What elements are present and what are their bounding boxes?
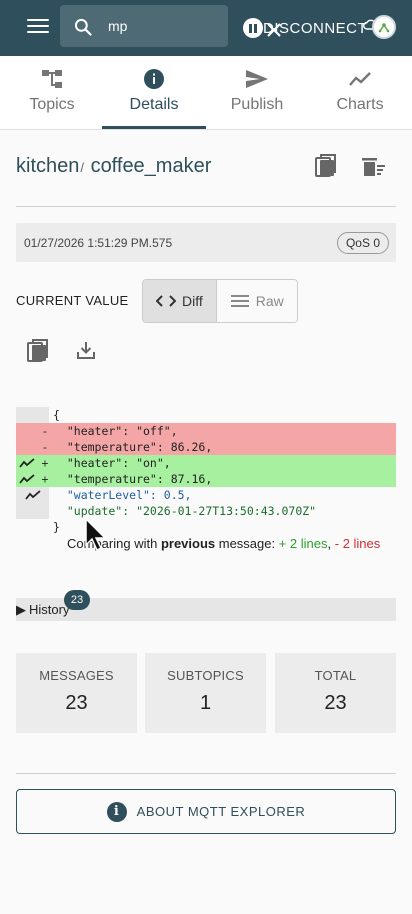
topic-parent[interactable]: kitchen <box>16 155 79 177</box>
chart-line-icon[interactable] <box>19 474 35 484</box>
diff-line: "waterLevel": 0.5, <box>16 487 396 503</box>
stat-messages: MESSAGES 23 <box>16 653 137 733</box>
disconnect-label: DISCONNECT <box>263 19 368 37</box>
diff-line: { <box>16 407 396 423</box>
disconnect-button[interactable]: DISCONNECT <box>243 15 367 41</box>
search-icon <box>74 18 92 36</box>
diff-line-removed: - "temperature": 86.26, <box>16 439 396 455</box>
tab-label: Charts <box>336 96 384 113</box>
pause-icon <box>243 18 263 38</box>
diff-line-text: "waterLevel": 0.5, <box>53 488 192 502</box>
diff-line-text: } <box>53 520 60 534</box>
compare-mid: message: <box>215 536 279 551</box>
tab-publish[interactable]: Publish <box>205 56 309 130</box>
stat-value: 23 <box>65 692 88 714</box>
compare-prefix: Comparing with <box>67 536 161 551</box>
about-label: ABOUT MQTT EXPLORER <box>136 804 306 819</box>
tab-label: Publish <box>230 96 284 113</box>
raw-label: Raw <box>255 293 284 309</box>
diff-mark: - <box>41 424 49 438</box>
history-label: History <box>29 602 70 617</box>
compare-target[interactable]: previous <box>161 536 215 551</box>
menu-icon[interactable] <box>27 19 49 37</box>
tab-bar: Topics Details Publish Charts <box>0 56 412 130</box>
qos-badge: QoS 0 <box>336 232 389 254</box>
message-timestamp: 01/27/2026 1:51:29 PM.575 <box>24 236 173 250</box>
copy-value-icon[interactable] <box>27 339 49 363</box>
diff-gutter <box>16 519 49 535</box>
send-icon <box>245 68 269 90</box>
chart-line-icon <box>349 68 371 90</box>
tab-topics[interactable]: Topics <box>0 56 104 130</box>
stat-value: 1 <box>199 692 212 714</box>
info-icon: i <box>106 801 127 822</box>
about-button[interactable]: i ABOUT MQTT EXPLORER <box>16 789 396 834</box>
current-value-label: CURRENT VALUE <box>16 293 129 308</box>
diff-gutter <box>16 503 49 519</box>
chart-line-icon[interactable] <box>19 458 35 468</box>
stat-total: TOTAL 23 <box>275 653 396 733</box>
topic-separator: / <box>80 160 84 175</box>
compare-note: Comparing with previous message: + 2 lin… <box>67 536 380 551</box>
hub-icon <box>378 23 390 33</box>
diff-line: "update": "2026-01-27T13:50:43.070Z" <box>16 503 396 519</box>
diff-line: } <box>16 519 396 535</box>
delete-topics-icon[interactable] <box>362 157 386 177</box>
diff-line-text: "temperature": 87.16, <box>53 472 213 486</box>
copy-topic-icon[interactable] <box>315 154 337 178</box>
info-icon <box>143 68 165 90</box>
stat-value: 23 <box>324 692 347 714</box>
diff-mark: + <box>41 456 49 470</box>
raw-toggle-button[interactable]: Raw <box>216 280 297 322</box>
diff-line-removed: - "heater": "off", <box>16 423 396 439</box>
diff-line-added: + "heater": "on", <box>16 455 396 471</box>
topic-name[interactable]: coffee_maker <box>91 155 212 177</box>
expand-arrow-icon: ▶ <box>16 602 26 617</box>
stat-label: SUBTOPICS <box>167 668 244 683</box>
diff-mark: - <box>41 440 49 454</box>
mouse-cursor-icon <box>85 518 107 552</box>
code-icon <box>156 295 176 307</box>
list-icon <box>230 295 249 307</box>
divider <box>16 206 396 207</box>
diff-toggle-button[interactable]: Diff <box>143 280 217 322</box>
stat-label: MESSAGES <box>39 668 114 683</box>
message-meta: 01/27/2026 1:51:29 PM.575 QoS 0 <box>16 223 396 262</box>
diff-gutter <box>16 407 49 423</box>
tab-label: Details <box>129 96 179 113</box>
diff-viewer: { - "heater": "off", - "temperature": 86… <box>16 407 396 535</box>
compare-sep: , <box>327 536 335 551</box>
diff-line-text: "heater": "off", <box>53 424 178 438</box>
search-box[interactable] <box>60 5 281 47</box>
diff-line-text: "temperature": 86.26, <box>53 440 213 454</box>
connection-status-avatar[interactable] <box>372 15 396 39</box>
diff-label: Diff <box>182 293 203 309</box>
diff-mark: + <box>41 472 49 486</box>
divider <box>16 773 396 774</box>
diff-line-text: "heater": "on", <box>53 456 171 470</box>
tab-label: Topics <box>29 96 75 113</box>
topics-tree-icon <box>41 68 63 90</box>
active-tab-indicator <box>102 126 206 129</box>
stat-subtopics: SUBTOPICS 1 <box>145 653 266 733</box>
app-bar: DISCONNECT <box>0 0 412 56</box>
tab-details[interactable]: Details <box>102 56 206 130</box>
stat-label: TOTAL <box>314 668 357 683</box>
search-input[interactable] <box>108 16 208 36</box>
tab-charts[interactable]: Charts <box>308 56 412 130</box>
history-count-badge: 23 <box>64 590 90 610</box>
lines-removed: - 2 lines <box>334 536 381 551</box>
download-icon[interactable] <box>76 340 96 360</box>
topic-breadcrumb: kitchen/ coffee_maker <box>16 155 211 178</box>
chart-line-icon[interactable] <box>25 490 41 500</box>
view-mode-toggle: Diff Raw <box>142 279 298 323</box>
diff-line-text: { <box>53 408 60 422</box>
diff-line-text: "update": "2026-01-27T13:50:43.070Z" <box>53 504 317 518</box>
diff-line-added: + "temperature": 87.16, <box>16 471 396 487</box>
lines-added: + 2 lines <box>278 536 328 551</box>
